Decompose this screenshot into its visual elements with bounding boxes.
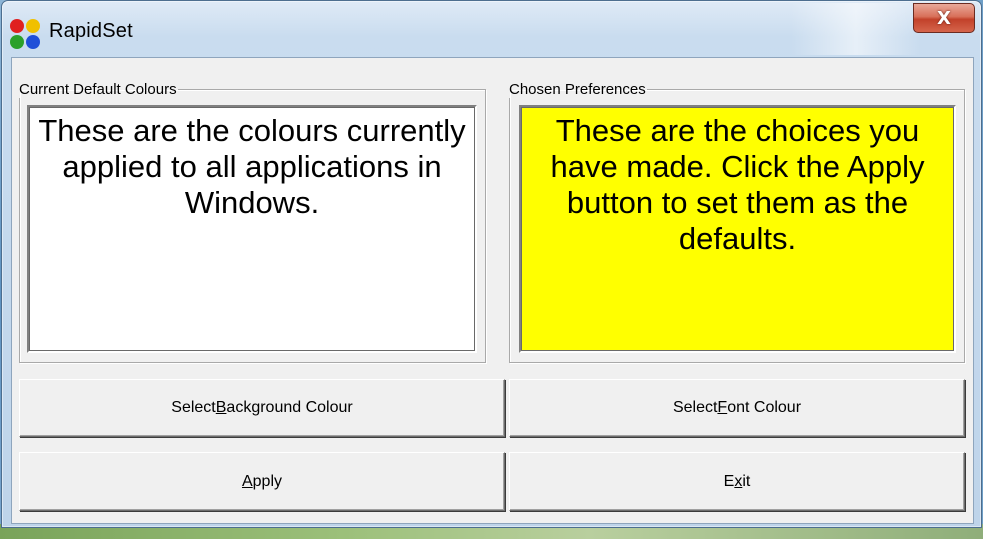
chosen-preferences-preview: These are the choices you have made. Cli…: [519, 105, 956, 353]
select-font-colour-button[interactable]: Select Font Colour: [509, 379, 965, 437]
rapidset-window: RapidSet X Current Default Colours These…: [1, 0, 982, 528]
client-area: Current Default Colours These are the co…: [11, 57, 974, 524]
title-bar[interactable]: RapidSet X: [2, 1, 981, 57]
current-default-colours-preview: These are the colours currently applied …: [27, 105, 477, 353]
current-default-colours-label: Current Default Colours: [19, 81, 177, 98]
close-button[interactable]: X: [913, 3, 975, 33]
exit-button[interactable]: Ex it: [509, 452, 965, 511]
apply-button[interactable]: Apply: [19, 452, 505, 511]
close-icon: X: [937, 7, 951, 29]
chosen-preferences-label: Chosen Preferences: [509, 81, 646, 98]
window-title: RapidSet: [49, 20, 133, 42]
select-background-colour-button[interactable]: Select Background Colour: [19, 379, 505, 437]
rapidset-app-icon[interactable]: [10, 19, 41, 50]
